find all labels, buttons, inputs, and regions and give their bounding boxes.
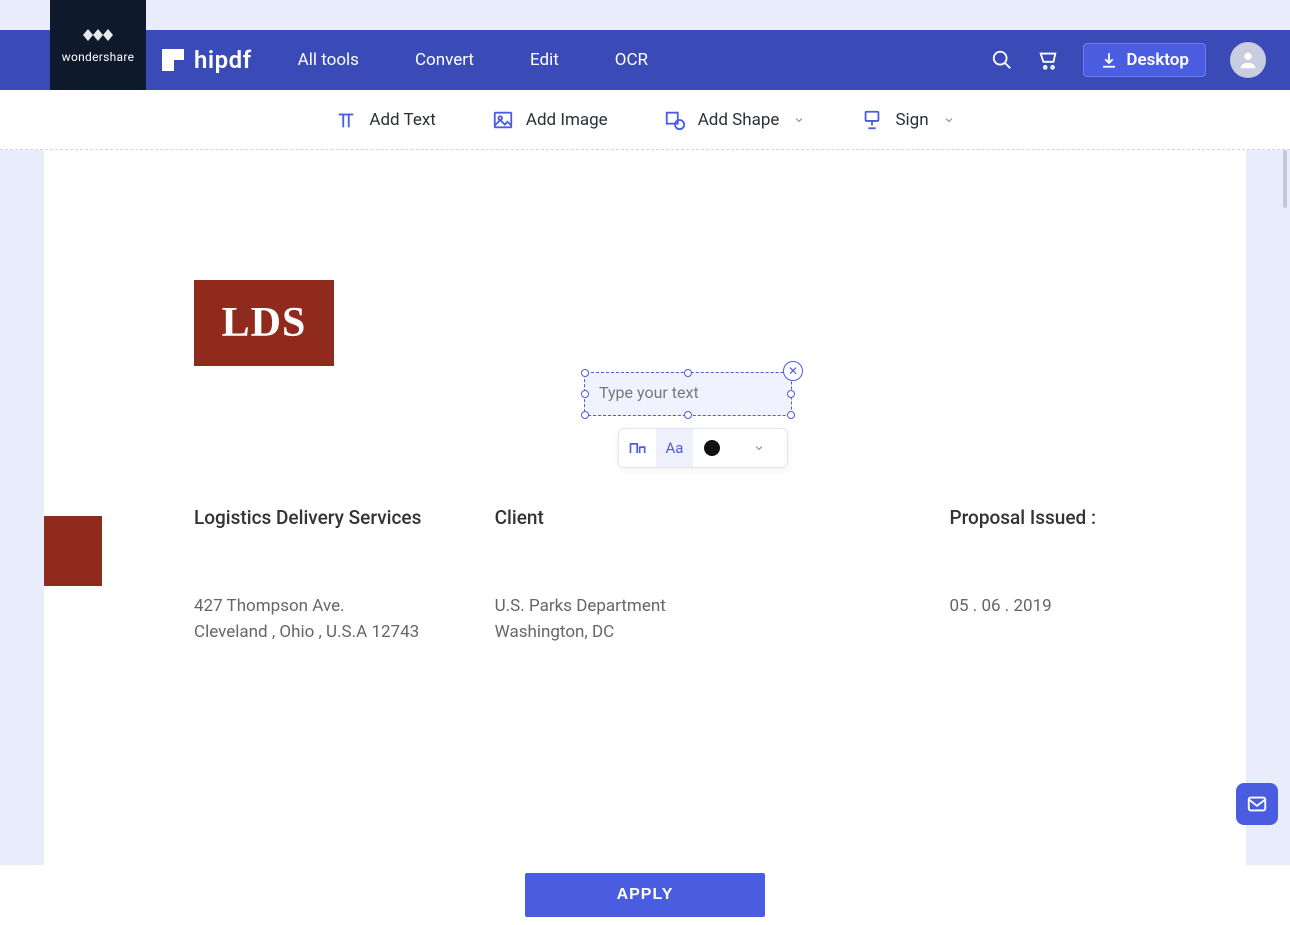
resize-handle[interactable] <box>787 411 795 419</box>
color-picker-button[interactable] <box>693 429 730 467</box>
resize-handle[interactable] <box>581 411 589 419</box>
tool-add-image-label: Add Image <box>526 110 608 130</box>
document-info-grid: Logistics Delivery Services 427 Thompson… <box>194 506 1096 646</box>
hipdf-logo-icon <box>162 49 184 71</box>
resize-handle[interactable] <box>684 411 692 419</box>
company-column: Logistics Delivery Services 427 Thompson… <box>194 506 495 646</box>
font-style-label: Aa <box>666 439 684 457</box>
image-icon <box>492 109 514 131</box>
issued-column: Proposal Issued : 05 . 06 . 2019 <box>949 506 1096 646</box>
tool-add-image[interactable]: Add Image <box>492 109 608 131</box>
pdf-page[interactable]: LDS Type your text ✕ A <box>44 150 1246 865</box>
resize-handle[interactable] <box>581 369 589 377</box>
product-name: hipdf <box>194 46 252 74</box>
text-icon <box>335 109 357 131</box>
resize-handle[interactable] <box>581 390 589 398</box>
textbox-input[interactable]: Type your text ✕ <box>584 372 792 416</box>
sign-icon <box>861 109 883 131</box>
more-options-button[interactable] <box>730 429 787 467</box>
tool-add-text-label: Add Text <box>369 110 435 130</box>
nav-convert[interactable]: Convert <box>415 50 474 70</box>
client-line-2: Washington, DC <box>495 619 796 645</box>
nav-links: All tools Convert Edit OCR <box>298 50 648 70</box>
client-title: Client <box>495 506 796 529</box>
font-style-button[interactable]: Aa <box>656 429 693 467</box>
company-title: Logistics Delivery Services <box>194 506 495 529</box>
scrollbar-thumb[interactable] <box>1283 150 1287 208</box>
resize-handle[interactable] <box>684 369 692 377</box>
company-logo: LDS <box>194 280 334 366</box>
chevron-down-icon <box>943 114 955 126</box>
client-line-1: U.S. Parks Department <box>495 593 796 619</box>
resize-handle[interactable] <box>787 390 795 398</box>
main-navbar: hipdf All tools Convert Edit OCR Desktop <box>0 30 1290 90</box>
chevron-down-icon <box>793 114 805 126</box>
textbox-placeholder: Type your text <box>599 383 699 402</box>
company-address-1: 427 Thompson Ave. <box>194 593 495 619</box>
client-column: Client U.S. Parks Department Washington,… <box>495 506 796 646</box>
download-icon <box>1100 51 1118 69</box>
mail-icon <box>1246 793 1268 815</box>
apply-button[interactable]: APPLY <box>525 873 765 917</box>
user-icon <box>1237 49 1259 71</box>
font-size-button[interactable] <box>619 429 656 467</box>
document-viewport[interactable]: LDS Type your text ✕ A <box>0 150 1290 865</box>
wondershare-logo-icon <box>83 26 113 44</box>
tool-sign[interactable]: Sign <box>861 109 954 131</box>
cart-icon[interactable] <box>1037 49 1059 71</box>
tool-add-shape-label: Add Shape <box>698 110 780 130</box>
desktop-label: Desktop <box>1126 50 1189 70</box>
text-format-toolbar: Aa <box>618 428 788 468</box>
inserted-textbox[interactable]: Type your text ✕ Aa <box>584 372 792 468</box>
tool-add-shape[interactable]: Add Shape <box>664 109 806 131</box>
apply-label: APPLY <box>617 886 674 903</box>
page-side-accent <box>44 516 102 586</box>
apply-bar: APPLY <box>0 865 1290 925</box>
company-address-2: Cleveland , Ohio , U.S.A 12743 <box>194 619 495 645</box>
wondershare-badge[interactable]: wondershare <box>50 0 146 90</box>
tool-add-text[interactable]: Add Text <box>335 109 435 131</box>
chevron-down-icon <box>753 442 765 454</box>
color-swatch <box>704 440 720 456</box>
close-icon[interactable]: ✕ <box>783 361 803 381</box>
nav-all-tools[interactable]: All tools <box>298 50 359 70</box>
font-size-icon <box>628 438 648 458</box>
nav-ocr[interactable]: OCR <box>615 50 648 70</box>
edit-toolbar: Add Text Add Image Add Shape Sign <box>0 90 1290 150</box>
user-avatar[interactable] <box>1230 42 1266 78</box>
shape-icon <box>664 109 686 131</box>
tool-sign-label: Sign <box>895 110 928 130</box>
issued-title: Proposal Issued : <box>949 506 1096 529</box>
search-icon[interactable] <box>991 49 1013 71</box>
company-logo-text: LDS <box>222 299 307 347</box>
desktop-button[interactable]: Desktop <box>1083 43 1206 77</box>
nav-edit[interactable]: Edit <box>530 50 559 70</box>
wondershare-label: wondershare <box>62 50 135 64</box>
product-brand[interactable]: hipdf <box>162 46 252 74</box>
issued-date: 05 . 06 . 2019 <box>949 593 1096 619</box>
feedback-fab[interactable] <box>1236 783 1278 825</box>
